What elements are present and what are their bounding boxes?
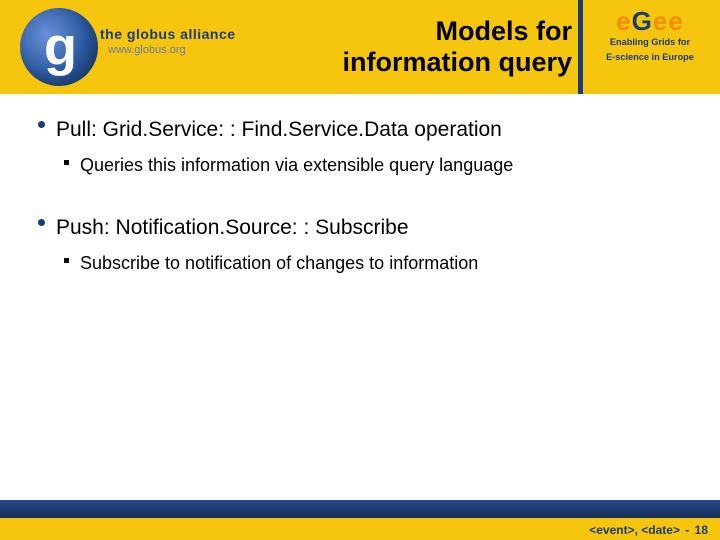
globus-logo: g the globus alliance www.globus.org — [32, 8, 242, 88]
footer-page: 18 — [695, 523, 708, 537]
spacer — [34, 204, 686, 214]
egee-logo-text: eGee — [590, 8, 710, 34]
globus-logo-text: the globus alliance — [100, 26, 236, 42]
slide-body: Pull: Grid.Service: : Find.Service.Data … — [0, 94, 720, 275]
footer-strip: <event>, <date> - 18 — [0, 518, 720, 540]
slide-title: Models for information query — [252, 16, 572, 78]
bullet-2-sub-1-text: Subscribe to notification of changes to … — [80, 251, 686, 275]
egee-letter-e1: e — [616, 6, 631, 36]
header-divider — [578, 0, 583, 94]
header-band: g the globus alliance www.globus.org Mod… — [0, 0, 720, 94]
footer-text: <event>, <date> - 18 — [589, 523, 708, 537]
bullet-1-sub-1: Queries this information via extensible … — [34, 153, 686, 177]
slide: g the globus alliance www.globus.org Mod… — [0, 0, 720, 540]
egee-letter-e2: e — [653, 6, 668, 36]
egee-letter-g: G — [632, 6, 653, 36]
bullet-2-sub-1: Subscribe to notification of changes to … — [34, 251, 686, 275]
egee-logo: eGee Enabling Grids for E-science in Eur… — [590, 8, 710, 63]
egee-subtitle-2: E-science in Europe — [590, 52, 710, 64]
egee-letter-e3: e — [668, 6, 683, 36]
globus-g-icon: g — [20, 8, 98, 86]
bullet-1-text: Pull: Grid.Service: : Find.Service.Data … — [56, 116, 686, 143]
header-inner: g the globus alliance www.globus.org Mod… — [0, 0, 720, 94]
title-line-1: Models for — [252, 16, 572, 47]
bullet-2-text: Push: Notification.Source: : Subscribe — [56, 214, 686, 241]
footer-event: <event>, <date> — [589, 523, 680, 537]
title-line-2: information query — [252, 47, 572, 78]
bullet-2: Push: Notification.Source: : Subscribe — [34, 214, 686, 241]
footer-bar — [0, 500, 720, 518]
bullet-1: Pull: Grid.Service: : Find.Service.Data … — [34, 116, 686, 143]
globus-logo-url: www.globus.org — [108, 44, 186, 56]
footer-dash: - — [682, 523, 693, 537]
bullet-1-sub-1-text: Queries this information via extensible … — [80, 153, 686, 177]
egee-subtitle-1: Enabling Grids for — [590, 37, 710, 49]
